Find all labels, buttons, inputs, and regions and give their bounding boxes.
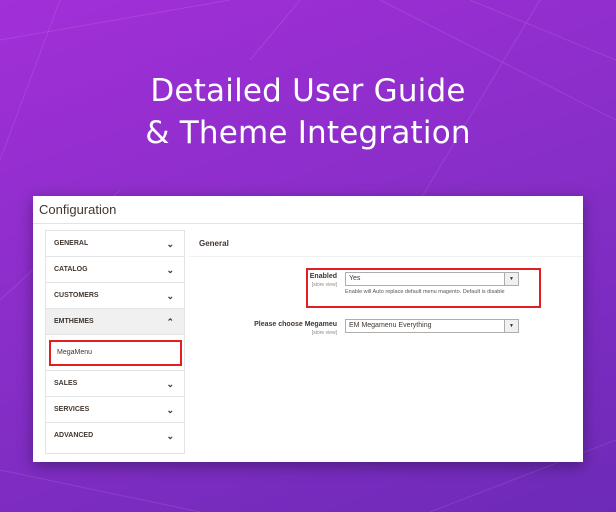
sidebar-item-label: CATALOG	[54, 266, 88, 273]
select-arrow-icon: ▼	[504, 320, 518, 332]
sidebar-item-label: CUSTOMERS	[54, 292, 99, 299]
section-title: General	[199, 239, 229, 248]
sidebar-item-customers[interactable]: CUSTOMERS ⌄	[46, 283, 184, 309]
sidebar-item-label: ADVANCED	[54, 432, 94, 439]
sidebar-item-sales[interactable]: SALES ⌄	[46, 371, 184, 397]
configuration-window: Configuration GENERAL ⌄ CATALOG ⌄ CUSTOM…	[33, 196, 583, 462]
sidebar-subitem-megamenu[interactable]: MegaMenu	[49, 340, 182, 366]
sidebar-item-label: GENERAL	[54, 240, 89, 247]
chevron-down-icon: ⌄	[166, 431, 174, 441]
megamenu-label: Please choose Megameu	[254, 321, 337, 328]
emthemes-submenu: MegaMenu	[46, 335, 184, 371]
megamenu-select-value: EM Megamenu Everything	[349, 322, 432, 329]
config-sidebar: GENERAL ⌄ CATALOG ⌄ CUSTOMERS ⌄ EMTHEMES…	[45, 230, 185, 454]
sidebar-item-label: SERVICES	[54, 406, 90, 413]
sidebar-item-general[interactable]: GENERAL ⌄	[46, 231, 184, 257]
sidebar-item-catalog[interactable]: CATALOG ⌄	[46, 257, 184, 283]
page-title: Configuration	[39, 202, 117, 217]
chevron-down-icon: ⌄	[166, 405, 174, 415]
sidebar-item-label: SALES	[54, 380, 78, 387]
chevron-down-icon: ⌄	[166, 239, 174, 249]
sidebar-item-advanced[interactable]: ADVANCED ⌄	[46, 423, 184, 449]
sidebar-item-services[interactable]: SERVICES ⌄	[46, 397, 184, 423]
sidebar-item-emthemes[interactable]: EMTHEMES ⌃	[46, 309, 184, 335]
hero-line-1: Detailed User Guide	[150, 73, 466, 109]
section-divider	[189, 256, 583, 257]
title-divider	[33, 223, 583, 224]
megamenu-scope: [store view]	[311, 330, 337, 336]
chevron-down-icon: ⌄	[166, 379, 174, 389]
chevron-down-icon: ⌄	[166, 265, 174, 275]
hero-heading: Detailed User Guide & Theme Integration	[0, 70, 616, 154]
enabled-highlight-box	[306, 268, 541, 308]
sidebar-item-label: EMTHEMES	[54, 318, 94, 325]
hero-line-2: & Theme Integration	[145, 115, 471, 151]
chevron-up-icon: ⌃	[166, 317, 174, 327]
chevron-down-icon: ⌄	[166, 291, 174, 301]
megamenu-select[interactable]: EM Megamenu Everything ▼	[345, 319, 519, 333]
